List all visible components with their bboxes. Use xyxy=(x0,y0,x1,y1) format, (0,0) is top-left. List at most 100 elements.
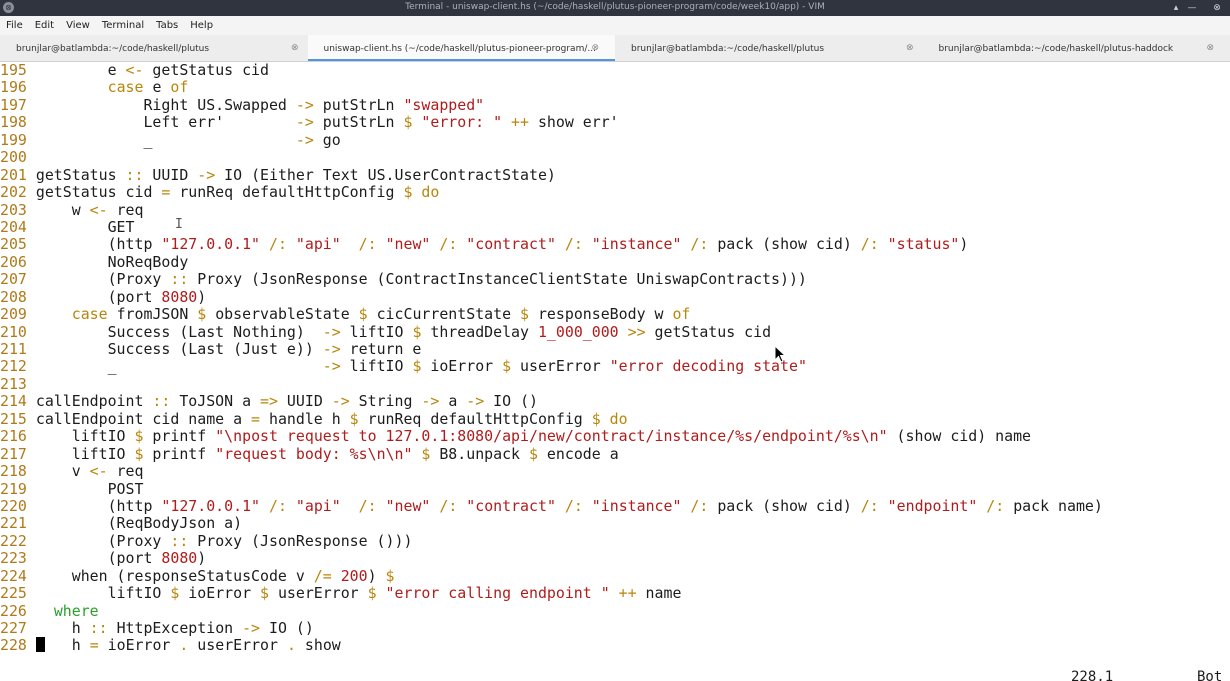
minimize-icon[interactable]: ▴ xyxy=(1170,2,1182,14)
code-token: $ xyxy=(502,357,512,376)
code-token: "api" xyxy=(295,496,341,515)
line-number: 205 xyxy=(0,235,36,254)
menu-terminal[interactable]: Terminal xyxy=(102,20,144,31)
code-token: :: xyxy=(89,619,108,637)
code-token: $ xyxy=(197,305,207,324)
code-token: $ xyxy=(358,305,368,324)
code-line: 204 GET xyxy=(0,218,1230,236)
code-token: getStatus xyxy=(35,165,126,184)
menu-bar: File Edit View Terminal Tabs Help xyxy=(0,16,1230,35)
code-line: 211 Success (Last (Just e)) -> return e xyxy=(0,340,1230,358)
line-number: 224 xyxy=(0,566,36,585)
code-token: ) xyxy=(367,566,386,585)
line-number: 212 xyxy=(0,357,36,376)
code-token: POST xyxy=(35,479,144,498)
code-token: 1_000_000 xyxy=(537,322,619,341)
code-token: -> xyxy=(242,619,261,637)
code-token: responseBody w xyxy=(529,305,673,324)
code-token: . xyxy=(286,636,296,655)
code-token: >> xyxy=(627,322,646,341)
code-token: h xyxy=(44,636,90,655)
code-token: callEndpoint xyxy=(35,392,153,411)
code-token: fromJSON xyxy=(107,305,198,324)
code-token: /: xyxy=(268,235,287,254)
code-token: observableState xyxy=(206,305,359,324)
code-token: ++ xyxy=(618,584,637,603)
code-token: _ xyxy=(35,357,323,376)
code-token: getStatus cid xyxy=(35,183,162,202)
code-line: 200 xyxy=(0,148,1230,166)
tab-terminal-3[interactable]: brunjlar@batlambda:~/code/haskell/plutus… xyxy=(615,35,923,61)
code-line: 196 case e of xyxy=(0,79,1230,96)
line-number: 226 xyxy=(0,601,36,620)
menu-file[interactable]: File xyxy=(6,20,23,31)
code-line: 223 (port 8080) xyxy=(0,550,1230,567)
tab-terminal-4[interactable]: brunjlar@batlambda:~/code/haskell/plutus… xyxy=(923,35,1230,61)
code-token: ) xyxy=(197,549,207,568)
line-number: 227 xyxy=(0,619,36,637)
code-token: userError xyxy=(268,584,368,603)
code-token: Right US.Swapped xyxy=(35,95,296,114)
code-token: go xyxy=(313,130,341,149)
code-token: = xyxy=(251,409,261,428)
code-line: 219 POST xyxy=(0,479,1230,498)
line-number: 213 xyxy=(0,374,36,393)
tab-label: uniswap-client.hs (~/code/haskell/plutus… xyxy=(323,44,596,54)
menu-view[interactable]: View xyxy=(66,20,90,31)
window-title: Terminal - uniswap-client.hs (~/code/has… xyxy=(405,2,825,12)
code-token: $ xyxy=(170,584,180,603)
code-token: "status" xyxy=(887,235,960,254)
code-token: callEndpoint cid name a xyxy=(35,409,252,428)
line-number: 211 xyxy=(0,340,36,358)
close-icon[interactable]: ⊗ xyxy=(1211,2,1223,14)
tab-close-icon[interactable]: ⊗ xyxy=(1207,43,1215,53)
code-token: . xyxy=(179,636,189,655)
menu-tabs[interactable]: Tabs xyxy=(156,20,178,31)
code-token: liftIO xyxy=(35,427,135,446)
code-token: (port xyxy=(35,549,162,568)
mouse-pointer-icon xyxy=(774,345,787,363)
code-token: /: xyxy=(358,496,377,515)
code-token: (Proxy xyxy=(35,531,171,550)
code-token: ToJSON a xyxy=(170,392,261,411)
code-line: 218 v <- req xyxy=(0,462,1230,481)
code-token: liftIO xyxy=(35,444,135,463)
code-token: ) xyxy=(959,235,969,254)
code-token: :: xyxy=(170,531,189,550)
tab-close-icon[interactable]: ⊗ xyxy=(906,43,914,53)
menu-help[interactable]: Help xyxy=(190,20,213,31)
code-token: IO (Either Text US.UserContractState) xyxy=(215,165,556,184)
vim-status-line: 228,1 Bot xyxy=(0,669,1230,681)
tab-close-icon[interactable]: ⊗ xyxy=(291,43,299,53)
code-token: "\npost request to 127.0.1:8080/api/new/… xyxy=(215,427,888,446)
tab-uniswap-client[interactable]: uniswap-client.hs (~/code/haskell/plutus… xyxy=(307,35,615,61)
line-number: 222 xyxy=(0,531,36,550)
code-line: 220 (http "127.0.0.1" /: "api" /: "new" … xyxy=(0,496,1230,515)
code-token: req xyxy=(107,462,144,481)
code-line: 215 callEndpoint cid name a = handle h $… xyxy=(0,409,1230,428)
code-token: /: xyxy=(860,496,879,515)
code-token: encode a xyxy=(537,444,619,463)
line-number: 208 xyxy=(0,287,36,306)
maximize-icon[interactable]: — xyxy=(1186,2,1198,14)
tab-close-icon[interactable]: ⊗ xyxy=(592,43,600,53)
code-token: putStrLn xyxy=(313,113,404,132)
vim-editor[interactable]: 195 e <- getStatus cid 196 case e of 197 R… xyxy=(0,61,1230,662)
code-token: :: xyxy=(170,270,189,289)
code-token: -> xyxy=(295,130,314,149)
window-titlebar: ⊗ Terminal - uniswap-client.hs (~/code/h… xyxy=(0,0,1230,16)
code-line: 213 xyxy=(0,374,1230,393)
code-token: req xyxy=(107,200,144,219)
code-token: v xyxy=(35,462,90,481)
code-token: "instance" xyxy=(591,496,682,515)
menu-edit[interactable]: Edit xyxy=(35,20,54,31)
code-token: e xyxy=(35,61,126,79)
code-line: 214 callEndpoint :: ToJSON a => UUID -> … xyxy=(0,393,1230,410)
tab-terminal-1[interactable]: brunjlar@batlambda:~/code/haskell/plutus… xyxy=(0,35,308,61)
scroll-position: Bot xyxy=(1197,669,1223,681)
